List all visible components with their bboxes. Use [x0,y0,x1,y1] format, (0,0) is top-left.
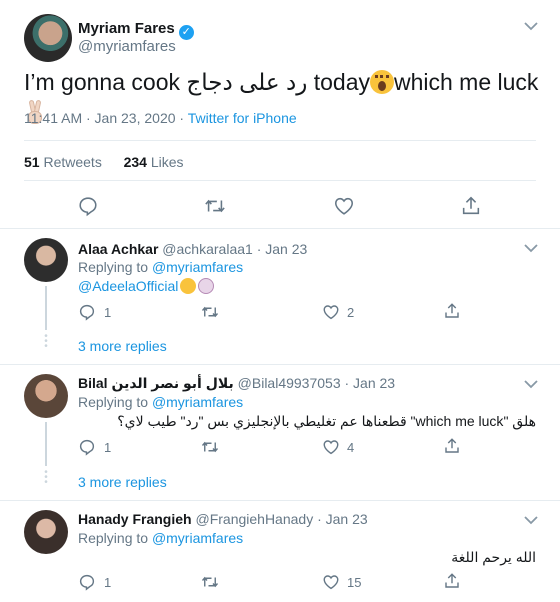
screaming-face-emoji-icon [369,70,394,94]
thread-line [45,286,47,330]
reply-meta: @FrangiehHanady · Jan 23 [191,511,368,527]
divider [0,228,560,229]
reply-avatar[interactable] [24,510,68,554]
replying-to: Replying to @myriamfares [78,530,243,546]
reply-replies-count: 1 [104,575,112,590]
retweets-stat[interactable]: 51 Retweets [24,154,102,170]
author-name[interactable]: Myriam Fares [78,20,175,37]
thread-dots: • • • [44,467,48,488]
reply-icon[interactable] [77,195,99,217]
replying-prefix: Replying to [78,530,152,546]
retweet-icon[interactable] [201,573,219,591]
tweet-stats: 51 Retweets 234 Likes [24,154,184,170]
reply-meta: @Bilal49937053 · Jan 23 [233,375,396,391]
share-icon[interactable] [443,302,461,320]
retweet-icon[interactable] [201,438,219,456]
heart-icon[interactable] [322,573,340,591]
chevron-down-icon[interactable] [524,512,538,530]
more-replies-link[interactable]: 3 more replies [78,474,167,490]
reply-likes-count: 15 [347,575,362,590]
reply-avatar[interactable] [24,374,68,418]
reply-avatar[interactable] [24,238,68,282]
reply-author-row[interactable]: Alaa Achkar @achkaralaa1 · Jan 23 [78,241,307,257]
reply-author-row[interactable]: Bilal بلال أبو نصر الدين @Bilal49937053 … [78,375,395,392]
chevron-down-icon[interactable] [524,376,538,394]
divider [0,364,560,365]
replying-handle[interactable]: @myriamfares [152,530,243,546]
share-icon[interactable] [443,572,461,590]
reply-icon[interactable] [78,438,96,456]
reply-text: الله يرحم اللغة [451,549,536,565]
likes-label: Likes [146,154,184,170]
divider [0,500,560,501]
share-icon[interactable] [443,437,461,455]
replying-prefix: Replying to [78,394,152,410]
author-avatar[interactable] [24,14,72,62]
chevron-down-icon[interactable] [524,240,538,258]
divider [24,140,536,141]
chevron-down-icon[interactable] [524,18,538,34]
tweet-text-part: which me luck [393,69,539,95]
tweet-actions [0,190,560,222]
reply-author-name[interactable]: Bilal بلال أبو نصر الدين [78,375,234,391]
replying-to: Replying to @myriamfares [78,259,243,275]
reply-replies-count: 1 [104,440,112,455]
heart-icon[interactable] [322,303,340,321]
reply-icon[interactable] [78,303,96,321]
retweet-icon[interactable] [204,195,226,217]
heart-icon[interactable] [333,195,355,217]
meta-separator: · [175,110,188,126]
replying-handle[interactable]: @myriamfares [152,394,243,410]
reply-replies-count: 1 [104,305,112,320]
reply-likes-count: 4 [347,440,355,455]
author-handle[interactable]: @myriamfares [78,38,176,55]
thread-line [45,422,47,466]
mention-link[interactable]: @AdeelaOfficial [78,278,178,294]
likes-count: 234 [123,154,147,170]
replying-handle[interactable]: @myriamfares [152,259,243,275]
reply-text: @AdeelaOfficial [78,278,215,294]
tweet-text-part: today [307,69,370,95]
replying-to: Replying to @myriamfares [78,394,243,410]
retweet-icon[interactable] [201,303,219,321]
facepalm-emoji-icon [198,278,215,294]
verified-badge-icon: ✓ [178,25,194,40]
reply-likes-count: 2 [347,305,355,320]
tears-of-joy-emoji-icon [180,278,197,294]
replying-prefix: Replying to [78,259,152,275]
heart-icon[interactable] [322,438,340,456]
tweet-source-link[interactable]: Twitter for iPhone [188,110,297,126]
tweet-text-arabic: رد على دجاج [186,69,308,95]
more-replies-link[interactable]: 3 more replies [78,338,167,354]
retweets-label: Retweets [39,154,102,170]
thread-dots: • • • [44,331,48,352]
author-name-row[interactable]: Myriam Fares ✓ [78,20,194,40]
reply-author-row[interactable]: Hanady Frangieh @FrangiehHanady · Jan 23 [78,511,368,527]
divider [24,180,536,181]
reply-author-name[interactable]: Hanady Frangieh [78,511,192,527]
likes-stat[interactable]: 234 Likes [124,154,184,170]
reply-icon[interactable] [78,573,96,591]
tweet-text-part: I’m gonna cook [24,69,187,95]
tweet-meta: 11:41 AM · Jan 23, 2020 · Twitter for iP… [24,110,297,126]
retweets-count: 51 [24,154,40,170]
reply-text: هلق "which me luck" قطعناها عم تغليطي با… [117,413,536,429]
tweet-timestamp[interactable]: 11:41 AM · Jan 23, 2020 [24,110,176,126]
reply-author-name[interactable]: Alaa Achkar [78,241,158,257]
share-icon[interactable] [460,195,482,217]
reply-meta: @achkaralaa1 · Jan 23 [158,241,308,257]
